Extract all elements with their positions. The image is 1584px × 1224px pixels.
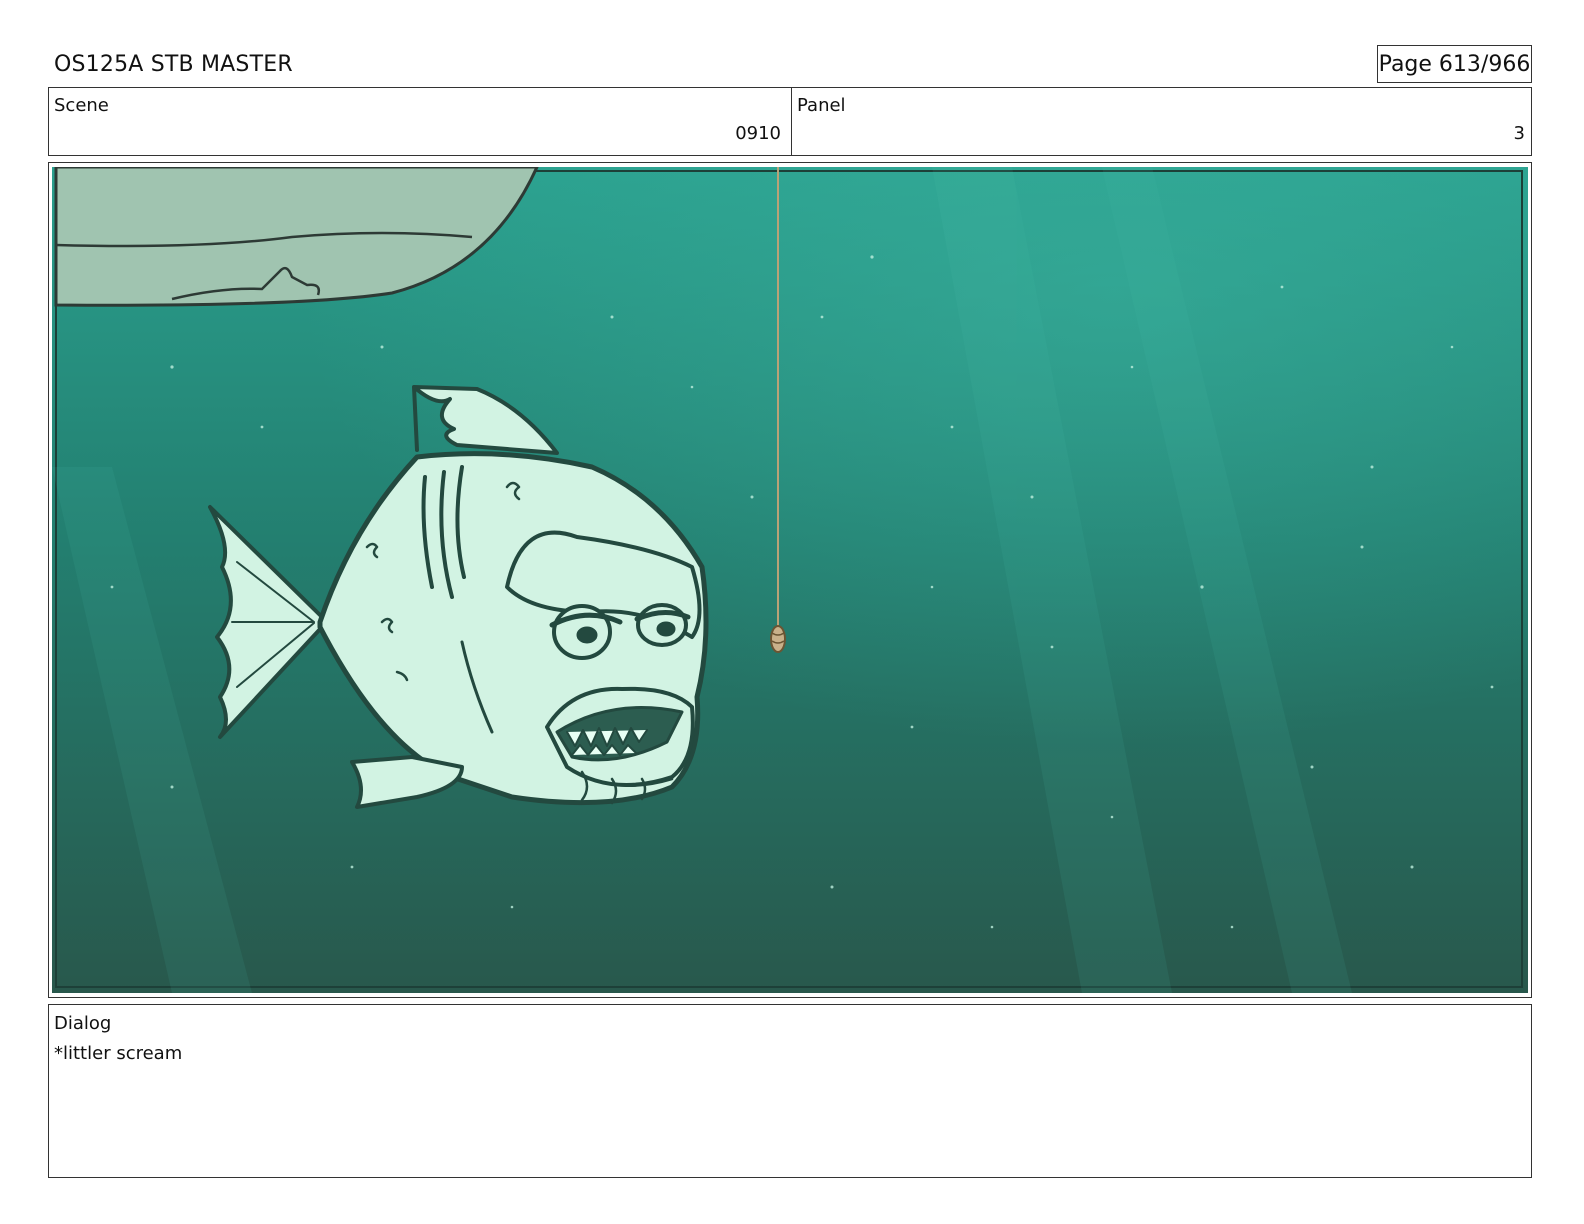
doc-title: OS125A STB MASTER [54,52,293,77]
worm-on-hook [770,625,786,653]
dialog-box: Dialog *littler scream [48,1004,1532,1178]
scene-label: Scene [54,95,109,116]
panel-value: 3 [1513,123,1525,144]
info-divider [791,88,792,155]
scene-value: 0910 [735,123,781,144]
scene-panel-info: Scene 0910 Panel 3 [48,87,1532,156]
storyboard-frame [48,162,1532,998]
storyboard-panel-image [52,167,1528,993]
dialog-text: *littler scream [54,1043,183,1064]
dialog-label: Dialog [54,1013,112,1034]
page-number: Page 613/966 [1377,45,1532,83]
panel-label: Panel [797,95,846,116]
